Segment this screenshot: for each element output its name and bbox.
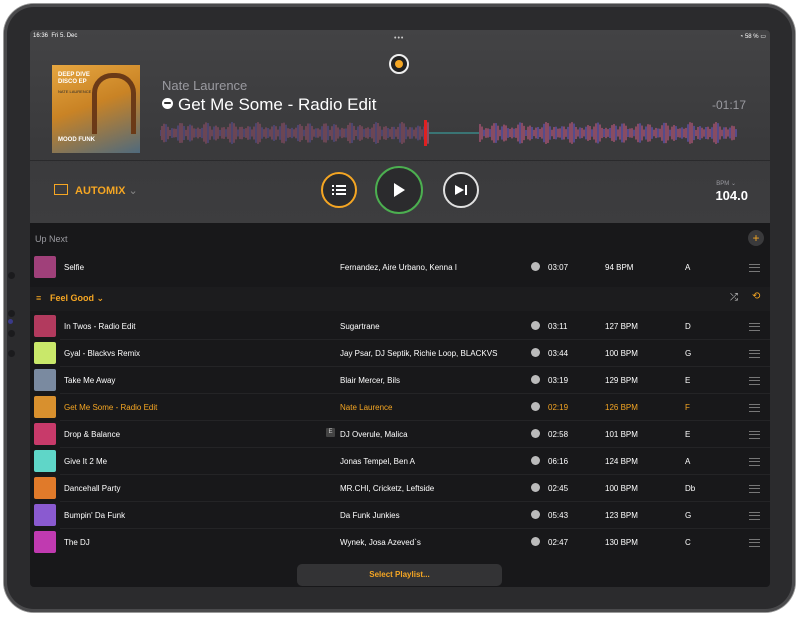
drag-handle-icon[interactable]	[749, 431, 760, 439]
queue-list-button[interactable]	[321, 172, 357, 208]
playlist-header: ≡ Feel Good ⌄ ⤮ ⟲	[30, 287, 770, 311]
spotify-icon	[531, 321, 540, 330]
table-row[interactable]: In Twos - Radio Edit Sugartrane 03:11 127 B…	[30, 313, 770, 339]
bpm-value: 104.0	[715, 188, 748, 203]
track-art	[34, 450, 56, 472]
table-row[interactable]: Drop & Balance E DJ Overule, Malica 02:58 10…	[30, 421, 770, 447]
bpm-label[interactable]: BPM ⌄	[716, 180, 736, 187]
table-row[interactable]: Gyal - Blackvs Remix Jay Psar, DJ Septik,…	[30, 340, 770, 366]
wifi-icon: ◔	[739, 34, 744, 40]
drag-handle-icon[interactable]	[749, 458, 760, 466]
status-time: 16:36 Fri 5. Dec	[33, 33, 78, 39]
drag-handle-icon[interactable]	[749, 264, 760, 272]
spotify-icon	[531, 402, 540, 411]
spotify-icon	[531, 262, 540, 271]
now-playing-title: Get Me Some - Radio Edit	[162, 95, 376, 115]
table-row[interactable]: Dancehall Party MR.CHI, Cricketz, Leftsid…	[30, 475, 770, 501]
drag-handle-icon[interactable]	[749, 404, 760, 412]
record-button[interactable]	[389, 54, 409, 74]
repeat-icon[interactable]: ⟲	[752, 291, 760, 302]
track-art	[34, 531, 56, 553]
table-row[interactable]: Give It 2 Me Jonas Tempel, Ben A 06:16 124 …	[30, 448, 770, 474]
side-sensor	[8, 310, 15, 317]
multitasking-dots-icon[interactable]: •••	[394, 35, 404, 42]
status-battery: ◔ 58 % ▭	[739, 34, 766, 40]
time-remaining: -01:17	[711, 98, 746, 112]
spotify-icon	[531, 483, 540, 492]
play-icon	[394, 183, 405, 197]
track-art	[34, 504, 56, 526]
track-art	[34, 342, 56, 364]
up-next-row[interactable]: Selfie Fernandez, Aire Urbano, Kenna I 0…	[30, 254, 770, 280]
spotify-icon	[531, 375, 540, 384]
track-art	[34, 256, 56, 278]
side-camera	[8, 272, 15, 279]
list-icon	[332, 185, 346, 195]
app-screen: 16:36 Fri 5. Dec ◔ 58 % ▭ ••• DEEP DIVE …	[30, 30, 770, 587]
drag-handle-icon[interactable]	[749, 377, 760, 385]
add-icon[interactable]: +	[748, 230, 764, 246]
shuffle-icon[interactable]: ⤮	[730, 292, 738, 303]
spotify-icon	[531, 348, 540, 357]
spotify-icon	[531, 510, 540, 519]
automix-icon	[54, 184, 68, 195]
track-art	[34, 477, 56, 499]
drag-handle-icon[interactable]	[749, 350, 760, 358]
table-row[interactable]: Bumpin' Da Funk Da Funk Junkies 05:43 123 B…	[30, 502, 770, 528]
spotify-icon	[162, 98, 173, 109]
waveform[interactable]	[160, 118, 738, 148]
playlist-icon: ≡	[36, 293, 42, 303]
drag-handle-icon[interactable]	[749, 539, 760, 547]
playlist-name-button[interactable]: Feel Good ⌄	[50, 293, 104, 304]
side-sensor	[8, 330, 15, 337]
track-art	[34, 423, 56, 445]
skip-next-icon	[455, 185, 467, 195]
table-row[interactable]: Take Me Away Blair Mercer, Bils 03:19 129 B…	[30, 367, 770, 393]
track-art	[34, 369, 56, 391]
skip-next-button[interactable]	[443, 172, 479, 208]
drag-handle-icon[interactable]	[749, 323, 760, 331]
explicit-badge: E	[326, 428, 335, 437]
track-art	[34, 315, 56, 337]
automix-button[interactable]: AUTOMIX ⌄	[54, 184, 138, 197]
drag-handle-icon[interactable]	[749, 485, 760, 493]
spotify-icon	[531, 456, 540, 465]
album-cover: DEEP DIVE DISCO EP NATE LAURENCE MOOD FU…	[52, 65, 140, 153]
drag-handle-icon[interactable]	[749, 512, 760, 520]
side-led	[8, 319, 13, 324]
table-row[interactable]: Get Me Some - Radio Edit Nate Laurence 02:…	[30, 394, 770, 420]
play-button[interactable]	[375, 166, 423, 214]
spotify-icon	[531, 537, 540, 546]
side-sensor	[8, 350, 15, 357]
chevron-down-icon: ⌄	[128, 185, 138, 197]
battery-icon: ▭	[760, 34, 766, 40]
up-next-heading: Up Next	[35, 234, 68, 244]
table-row[interactable]: The DJ Wynek, Josa Azeved`s 02:47 130 BPM C	[30, 529, 770, 555]
select-playlist-button[interactable]: Select Playlist...	[297, 564, 502, 586]
track-art	[34, 396, 56, 418]
now-playing-artist: Nate Laurence	[162, 78, 248, 93]
now-playing-panel: 16:36 Fri 5. Dec ◔ 58 % ▭ ••• DEEP DIVE …	[30, 30, 770, 223]
spotify-icon	[531, 429, 540, 438]
